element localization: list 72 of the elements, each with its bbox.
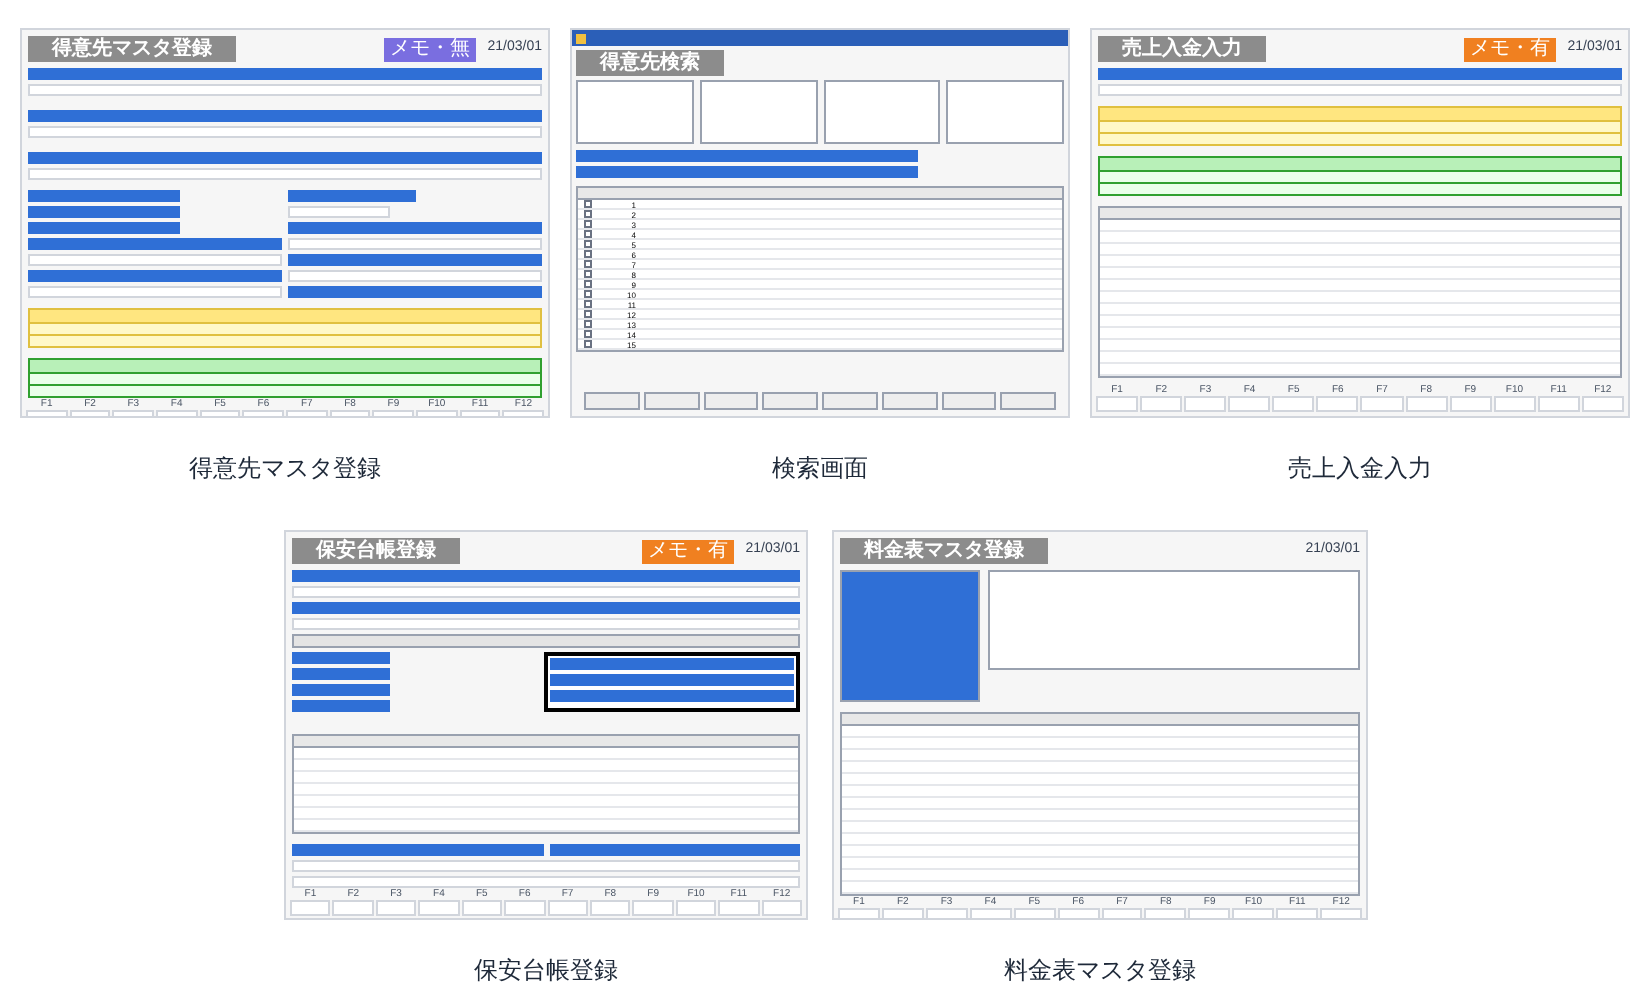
- input-row: [288, 206, 390, 218]
- function-key-button[interactable]: [1184, 396, 1227, 412]
- command-button[interactable]: [1000, 392, 1056, 410]
- command-button[interactable]: [941, 392, 997, 410]
- list-box[interactable]: [946, 80, 1064, 144]
- screenshot-caption: 料金表マスタ登録: [1004, 954, 1196, 988]
- column-header-bar: [292, 652, 390, 664]
- row-checkbox[interactable]: [584, 230, 592, 238]
- function-key-button[interactable]: [1228, 396, 1271, 412]
- function-key-button[interactable]: [461, 900, 503, 916]
- function-key-button[interactable]: [1405, 396, 1448, 412]
- command-button[interactable]: [584, 392, 640, 410]
- row-checkbox[interactable]: [584, 260, 592, 268]
- screen-title: 料金表マスタ登録: [840, 538, 1048, 564]
- label-column: [840, 570, 980, 702]
- row-checkbox[interactable]: [584, 320, 592, 328]
- function-key-button[interactable]: [761, 900, 803, 916]
- column-header-bar: [288, 190, 415, 202]
- screen-title: 得意先検索: [576, 50, 724, 76]
- function-key-button[interactable]: [1272, 396, 1315, 412]
- column-header-bar: [292, 700, 390, 712]
- row-checkbox[interactable]: [584, 200, 592, 208]
- function-key-button[interactable]: [675, 900, 717, 916]
- list-box[interactable]: [699, 80, 817, 144]
- command-button[interactable]: [822, 392, 878, 410]
- row-checkbox[interactable]: [584, 300, 592, 308]
- function-key-button[interactable]: [504, 900, 546, 916]
- command-button[interactable]: [703, 392, 759, 410]
- function-key-button[interactable]: [1096, 396, 1139, 412]
- function-key-button[interactable]: [418, 900, 460, 916]
- screenshot-caption: 検索画面: [772, 452, 868, 486]
- function-key-button[interactable]: [375, 900, 417, 916]
- memo-badge: メモ・有: [1463, 37, 1556, 61]
- function-key-button[interactable]: [290, 900, 331, 916]
- function-key-button[interactable]: [547, 900, 588, 916]
- memo-badge: メモ・有: [641, 539, 734, 563]
- list-box[interactable]: [823, 80, 941, 144]
- row-checkbox[interactable]: [584, 290, 592, 298]
- function-key-button[interactable]: [332, 900, 374, 916]
- function-key-button[interactable]: [1360, 396, 1404, 412]
- memo-badge: メモ・無: [383, 37, 476, 61]
- column-header-bar: [292, 684, 390, 696]
- screen-title: 保安台帳登録: [292, 538, 460, 564]
- function-key-button[interactable]: [1493, 396, 1536, 412]
- screenshot-caption: 得意先マスタ登録: [189, 452, 381, 486]
- command-button[interactable]: [881, 392, 937, 410]
- column-header-bar: [292, 668, 390, 680]
- list-box[interactable]: [576, 80, 694, 144]
- row-checkbox[interactable]: [584, 240, 592, 248]
- row-checkbox[interactable]: [584, 250, 592, 258]
- function-key-button[interactable]: [1537, 396, 1580, 412]
- function-key-button[interactable]: [589, 900, 631, 916]
- function-key-button[interactable]: [1316, 396, 1359, 412]
- row-checkbox[interactable]: [584, 210, 592, 218]
- row-checkbox[interactable]: [584, 340, 592, 348]
- app-icon: [576, 33, 586, 43]
- function-key-button[interactable]: [1140, 396, 1183, 412]
- function-key-button[interactable]: [1581, 396, 1624, 412]
- screenshot-caption: 売上入金入力: [1288, 452, 1432, 486]
- function-key-button[interactable]: [632, 900, 674, 916]
- row-checkbox[interactable]: [584, 310, 592, 318]
- function-key-button[interactable]: [718, 900, 760, 916]
- row-checkbox[interactable]: [584, 220, 592, 228]
- row-checkbox[interactable]: [584, 330, 592, 338]
- command-button[interactable]: [643, 392, 699, 410]
- screenshot-caption: 保安台帳登録: [474, 954, 618, 988]
- command-button[interactable]: [762, 392, 818, 410]
- row-checkbox[interactable]: [584, 270, 592, 278]
- row-checkbox[interactable]: [584, 280, 592, 288]
- function-key-button[interactable]: [1449, 396, 1492, 412]
- screen-title: 得意先マスタ登録: [28, 36, 236, 62]
- screen-title: 売上入金入力: [1098, 36, 1266, 62]
